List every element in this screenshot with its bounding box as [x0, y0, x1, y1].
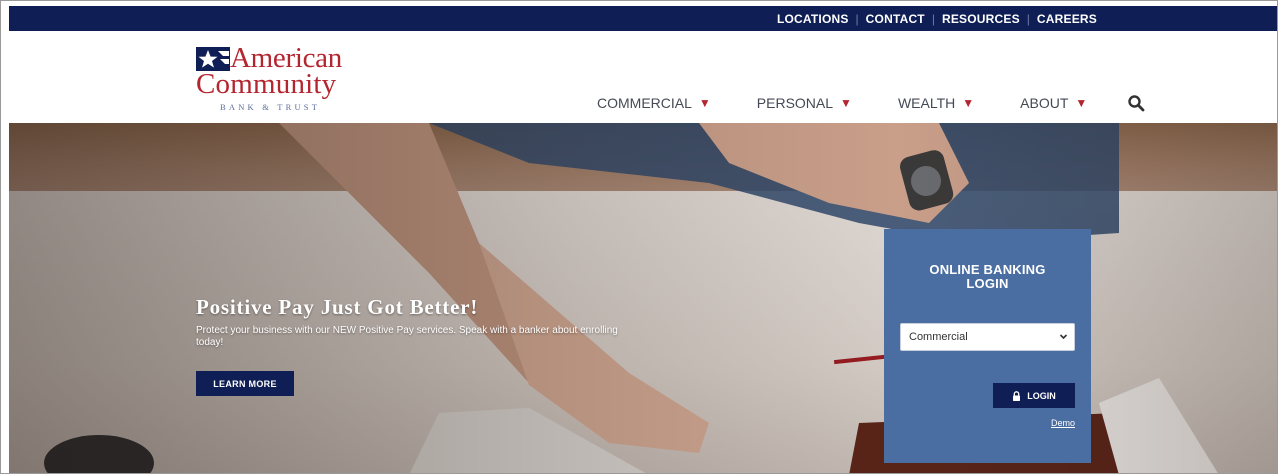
- nav-label: COMMERCIAL: [597, 95, 692, 111]
- nav-label: ABOUT: [1020, 95, 1069, 111]
- hero-copy: Positive Pay Just Got Better! Protect yo…: [196, 295, 636, 349]
- login-button[interactable]: LOGIN: [993, 383, 1075, 408]
- utility-link-contact[interactable]: CONTACT: [866, 12, 925, 26]
- separator: |: [1026, 11, 1030, 26]
- login-title-line1: ONLINE BANKING: [929, 262, 1046, 277]
- learn-more-button[interactable]: LEARN MORE: [196, 371, 294, 396]
- utility-links: LOCATIONS | CONTACT | RESOURCES | CAREER…: [777, 6, 1097, 31]
- nav-item-about[interactable]: ABOUT ▼: [1020, 95, 1087, 111]
- utility-link-resources[interactable]: RESOURCES: [942, 12, 1020, 26]
- nav-item-commercial[interactable]: COMMERCIAL ▼: [597, 95, 711, 111]
- login-title-line2: LOGIN: [966, 276, 1009, 291]
- login-button-label: LOGIN: [1027, 390, 1056, 401]
- hero-banner: Positive Pay Just Got Better! Protect yo…: [9, 123, 1277, 473]
- logo-text-bank-trust: BANK & TRUST: [220, 102, 321, 112]
- online-banking-login-panel: ONLINE BANKING LOGIN Commercial LOGIN De…: [884, 229, 1091, 463]
- site-header: American Community BANK & TRUST COMMERCI…: [9, 31, 1277, 123]
- lock-icon: [1013, 390, 1021, 401]
- nav-label: WEALTH: [897, 95, 956, 111]
- utility-link-careers[interactable]: CAREERS: [1037, 12, 1097, 26]
- separator: |: [931, 11, 935, 26]
- chevron-down-icon: [1059, 334, 1068, 340]
- utility-link-locations[interactable]: LOCATIONS: [777, 12, 849, 26]
- hero-title: Positive Pay Just Got Better!: [196, 295, 479, 319]
- nav-item-wealth[interactable]: WEALTH ▼: [898, 95, 974, 111]
- login-title: ONLINE BANKING LOGIN: [884, 263, 1091, 291]
- caret-down-icon: ▼: [962, 96, 975, 110]
- bank-logo[interactable]: American Community BANK & TRUST: [196, 43, 366, 120]
- account-type-select[interactable]: Commercial: [900, 323, 1075, 351]
- account-type-value: Commercial: [909, 331, 968, 343]
- caret-down-icon: ▼: [1075, 96, 1088, 110]
- search-icon[interactable]: [1127, 94, 1145, 112]
- separator: |: [855, 11, 859, 26]
- caret-down-icon: ▼: [698, 96, 711, 110]
- nav-label: PERSONAL: [756, 95, 834, 111]
- demo-link[interactable]: Demo: [1051, 418, 1075, 428]
- browser-frame: LOCATIONS | CONTACT | RESOURCES | CAREER…: [0, 0, 1278, 474]
- hero-subtitle: Protect your business with our NEW Posit…: [196, 325, 618, 348]
- nav-item-personal[interactable]: PERSONAL ▼: [757, 95, 852, 111]
- logo-text-community: Community: [196, 68, 337, 100]
- main-nav: COMMERCIAL ▼ PERSONAL ▼ WEALTH ▼ ABOUT ▼: [597, 91, 1145, 115]
- caret-down-icon: ▼: [840, 96, 852, 110]
- utility-bar: LOCATIONS | CONTACT | RESOURCES | CAREER…: [9, 6, 1277, 31]
